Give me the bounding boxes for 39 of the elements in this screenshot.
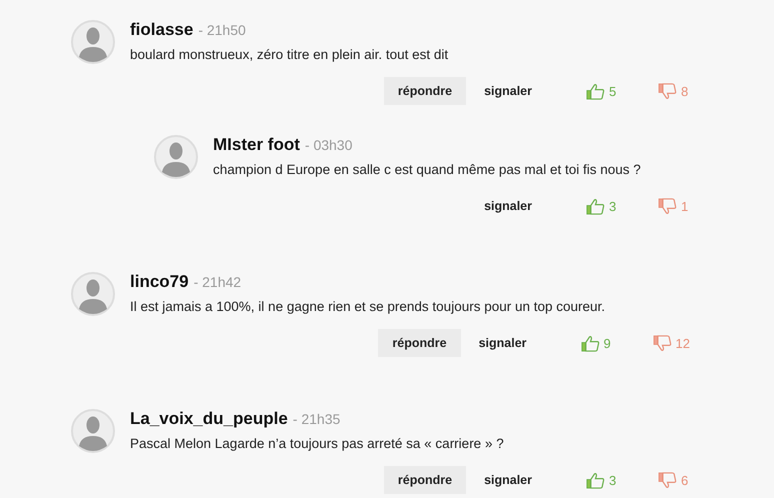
thumbs-down-icon[interactable] bbox=[658, 472, 677, 488]
author-name: MIster foot bbox=[213, 135, 300, 155]
thumbs-up-icon[interactable] bbox=[586, 472, 605, 488]
comment-time: - 21h35 bbox=[292, 411, 340, 427]
comment-text: Pascal Melon Lagarde n’a toujours pas arreté sa « carriere » ? bbox=[130, 435, 505, 453]
avatar-icon bbox=[71, 409, 115, 453]
thumbs-down-icon[interactable] bbox=[658, 198, 677, 214]
like-count: 3 bbox=[609, 472, 616, 488]
author-name: linco79 bbox=[130, 272, 189, 292]
like-count: 5 bbox=[609, 84, 616, 98]
avatar-icon bbox=[71, 20, 115, 64]
dislike-count: 6 bbox=[681, 472, 688, 488]
comment-text: boulard monstrueux, zéro titre en plein air. tout est dit bbox=[130, 46, 450, 64]
comment-time: - 03h30 bbox=[304, 137, 352, 153]
comment-time: - 21h42 bbox=[194, 274, 242, 290]
thumbs-up-icon[interactable] bbox=[586, 82, 605, 100]
report-button[interactable]: signaler bbox=[470, 77, 546, 105]
dislike-count: 12 bbox=[676, 336, 690, 350]
report-button[interactable]: signaler bbox=[470, 192, 546, 220]
thumbs-up-icon[interactable] bbox=[586, 198, 605, 214]
report-button[interactable]: signaler bbox=[464, 329, 541, 357]
author-name: fiolasse bbox=[130, 20, 194, 40]
author-name: La_voix_du_peuple bbox=[130, 409, 288, 429]
comment-time: - 21h50 bbox=[198, 22, 246, 38]
dislike-count: 8 bbox=[681, 84, 688, 98]
dislike-count: 1 bbox=[681, 198, 688, 214]
report-button[interactable]: signaler bbox=[470, 466, 546, 494]
comment-text: champion d Europe en salle c est quand même pas mal et toi fis nous ? bbox=[213, 161, 642, 179]
avatar-icon bbox=[71, 272, 115, 316]
thumbs-down-icon[interactable] bbox=[652, 334, 672, 352]
like-count: 3 bbox=[609, 198, 616, 214]
like-count: 9 bbox=[604, 336, 611, 350]
thumbs-down-icon[interactable] bbox=[658, 82, 677, 100]
reply-button[interactable]: répondre bbox=[384, 77, 466, 105]
avatar-icon bbox=[154, 135, 198, 179]
reply-button[interactable]: répondre bbox=[384, 466, 466, 494]
comment-text: Il est jamais a 100%, il ne gagne rien et se prends toujours pour un top coureur. bbox=[130, 298, 606, 316]
reply-button[interactable]: répondre bbox=[378, 329, 461, 357]
thumbs-up-icon[interactable] bbox=[580, 334, 600, 352]
